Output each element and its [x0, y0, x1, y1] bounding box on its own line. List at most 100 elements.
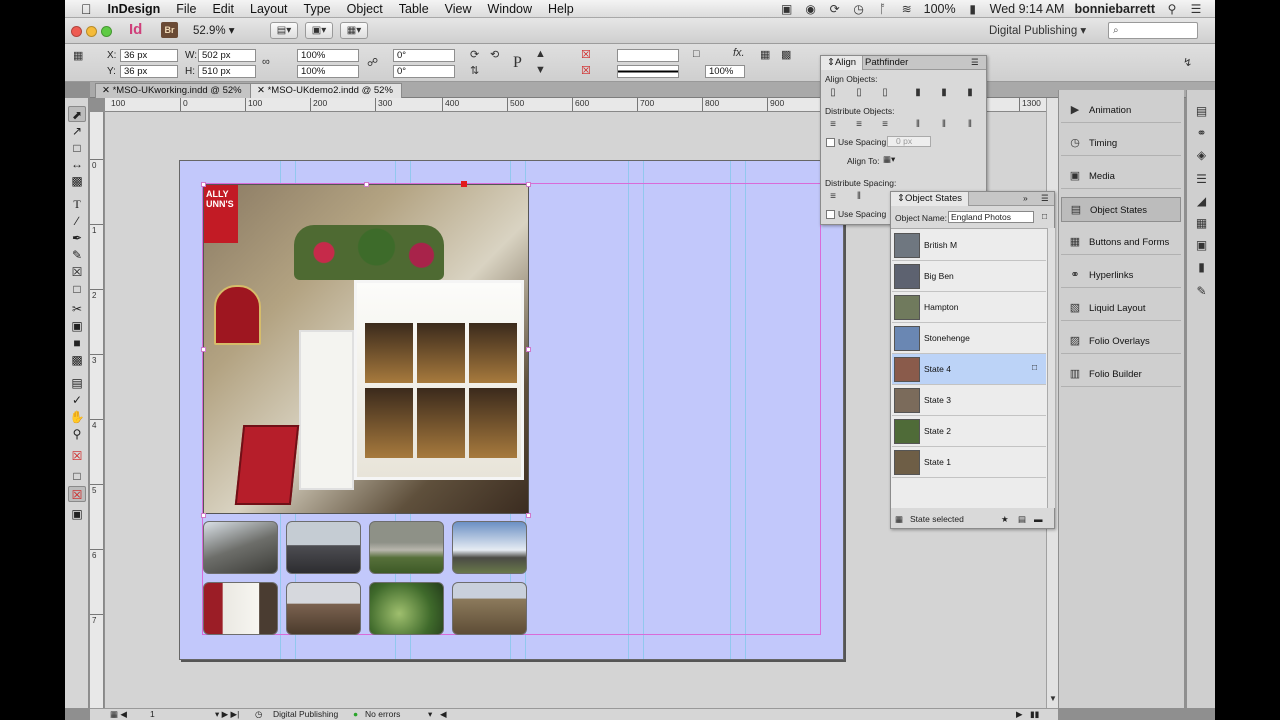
- layers-icon[interactable]: ◈: [1194, 148, 1209, 163]
- line-tool-icon[interactable]: ∕: [68, 213, 86, 229]
- thumbnail-hampton[interactable]: [369, 521, 444, 574]
- distribute-right-icon[interactable]: ‖: [963, 118, 977, 131]
- bridge-button[interactable]: Br: [161, 22, 178, 38]
- record-icon[interactable]: ◉: [804, 2, 818, 16]
- select-container-icon[interactable]: ▲: [535, 48, 546, 60]
- constrain-proportions-icon[interactable]: ∞: [262, 56, 270, 68]
- battery-icon[interactable]: ▮: [966, 2, 980, 16]
- preflight-status[interactable]: No errors: [365, 709, 400, 720]
- bluetooth-icon[interactable]: ᚩ: [876, 2, 890, 16]
- timemachine-icon[interactable]: ◷: [852, 2, 866, 16]
- screen-mode-button[interactable]: ▣▾: [305, 22, 333, 39]
- hand-tool-icon[interactable]: ✋: [68, 409, 86, 425]
- distribute-top-icon[interactable]: ≡: [826, 118, 840, 131]
- fill-stroke-icon[interactable]: ☒: [68, 448, 86, 464]
- content-grabber[interactable]: [461, 181, 467, 187]
- frame-icon[interactable]: □: [693, 48, 700, 60]
- distribute-left-icon[interactable]: ‖: [911, 118, 925, 131]
- zoom-level-select[interactable]: 52.9% ▾: [193, 23, 235, 37]
- zoom-window-button[interactable]: [101, 26, 112, 37]
- main-photo-frame[interactable]: ALLY UNN'S: [203, 184, 529, 514]
- gap-tool-icon[interactable]: ↔: [68, 156, 86, 172]
- y-field[interactable]: 36 px: [120, 65, 178, 78]
- pen-tool-icon[interactable]: ✒: [68, 230, 86, 246]
- stroke-weight-field[interactable]: [617, 49, 679, 62]
- page-box-icon[interactable]: ▦ ◀: [110, 709, 127, 720]
- effects-panel-icon[interactable]: ▮: [1194, 260, 1209, 275]
- scroll-down-icon[interactable]: ▼: [1049, 694, 1057, 703]
- stroke-type-field[interactable]: [617, 65, 679, 78]
- state-row[interactable]: State 1: [892, 447, 1046, 478]
- align-horizontal-centers-icon[interactable]: ▯: [852, 86, 866, 99]
- align-bottom-edges-icon[interactable]: ▮: [963, 86, 977, 99]
- opacity-field[interactable]: 100%: [705, 65, 745, 78]
- search-input[interactable]: ⌕: [1108, 22, 1198, 39]
- thumbnail-british-museum[interactable]: [203, 521, 278, 574]
- state-row[interactable]: British M: [892, 230, 1046, 261]
- view-options-button[interactable]: ▤▾: [270, 22, 298, 39]
- text-wrap-panel-icon[interactable]: ✎: [1194, 284, 1209, 299]
- page-nav-icon[interactable]: ▾ ▶ ▶|: [215, 709, 239, 720]
- rotate-cw-icon[interactable]: ⟳: [470, 48, 479, 61]
- pencil-tool-icon[interactable]: ✎: [68, 247, 86, 263]
- use-spacing-2-checkbox[interactable]: [826, 210, 835, 219]
- open-preflight-icon[interactable]: ◀: [440, 709, 447, 720]
- tab-document-working[interactable]: ✕ *MSO-UKworking.indd @ 52%: [95, 83, 251, 98]
- reference-point-icon[interactable]: ▦: [73, 49, 83, 62]
- notifications-icon[interactable]: ☰: [1189, 2, 1203, 16]
- distribute-vcenter-icon[interactable]: ≡: [852, 118, 866, 131]
- swatches-icon[interactable]: ▦: [1194, 216, 1209, 231]
- menu-type[interactable]: Type: [296, 2, 339, 16]
- distribute-bottom-icon[interactable]: ≡: [878, 118, 892, 131]
- chain-icon[interactable]: ☍: [367, 56, 378, 69]
- select-content-icon[interactable]: ▼: [535, 64, 546, 76]
- formatting-icon[interactable]: □: [68, 468, 86, 484]
- thumbnail-big-ben[interactable]: [286, 521, 361, 574]
- dock-item-hyperlinks[interactable]: ⚭ Hyperlinks: [1061, 263, 1181, 288]
- selection-handle[interactable]: [201, 347, 206, 352]
- lightning-icon[interactable]: ↯: [1183, 56, 1192, 69]
- scale-y-field[interactable]: 100%: [297, 65, 359, 78]
- note-tool-icon[interactable]: ▤: [68, 375, 86, 391]
- distribute-vspace-icon[interactable]: ≡: [826, 190, 840, 203]
- distribute-hcenter-icon[interactable]: ‖: [937, 118, 951, 131]
- screen-mode-icon[interactable]: ▣: [68, 506, 86, 522]
- menu-table[interactable]: Table: [391, 2, 437, 16]
- preview-icon[interactable]: ★: [1001, 514, 1009, 525]
- selection-handle[interactable]: [201, 182, 206, 187]
- clock[interactable]: Wed 9:14 AM: [990, 2, 1065, 16]
- rectangle-tool-icon[interactable]: □: [68, 281, 86, 297]
- states-scrollbar[interactable]: [1047, 228, 1055, 508]
- menu-file[interactable]: File: [168, 2, 204, 16]
- rectangle-frame-tool-icon[interactable]: ☒: [68, 264, 86, 280]
- page[interactable]: ALLY UNN'S: [179, 160, 844, 660]
- selection-handle[interactable]: [201, 513, 206, 518]
- state-row[interactable]: State 2: [892, 416, 1046, 447]
- menu-app[interactable]: InDesign: [100, 2, 169, 16]
- preflight-profile[interactable]: Digital Publishing: [273, 709, 338, 720]
- dock-item-animation[interactable]: ▶ Animation: [1061, 98, 1181, 123]
- menu-view[interactable]: View: [437, 2, 480, 16]
- dock-item-buttons-forms[interactable]: ▦ Buttons and Forms: [1061, 230, 1181, 255]
- camera-icon[interactable]: ▣: [780, 2, 794, 16]
- dock-item-timing[interactable]: ◷ Timing: [1061, 131, 1181, 156]
- user-name[interactable]: bonniebarrett: [1074, 2, 1155, 16]
- direct-selection-tool-icon[interactable]: ↗: [68, 123, 86, 139]
- menu-help[interactable]: Help: [540, 2, 582, 16]
- align-top-edges-icon[interactable]: ▮: [911, 86, 925, 99]
- align-vertical-centers-icon[interactable]: ▮: [937, 86, 951, 99]
- tab-document-demo2[interactable]: ✕ *MSO-UKdemo2.indd @ 52%: [250, 83, 402, 98]
- menu-window[interactable]: Window: [480, 2, 540, 16]
- width-field[interactable]: 502 px: [198, 49, 256, 62]
- panel-menu-icon[interactable]: ☰: [1041, 193, 1049, 204]
- type-tool-icon[interactable]: T: [68, 196, 86, 212]
- eyedropper-tool-icon[interactable]: ✓: [68, 392, 86, 408]
- thumbnail-state-4[interactable]: [203, 582, 278, 635]
- state-row[interactable]: Stonehenge: [892, 323, 1046, 354]
- thumbnail-state-2[interactable]: [369, 582, 444, 635]
- state-row[interactable]: State 3: [892, 385, 1046, 416]
- scissors-tool-icon[interactable]: ✂: [68, 301, 86, 317]
- preflight-profile-icon[interactable]: ◷: [255, 709, 262, 720]
- workspace-switcher[interactable]: Digital Publishing ▾: [989, 23, 1086, 37]
- new-state-icon[interactable]: ▤: [1018, 514, 1026, 525]
